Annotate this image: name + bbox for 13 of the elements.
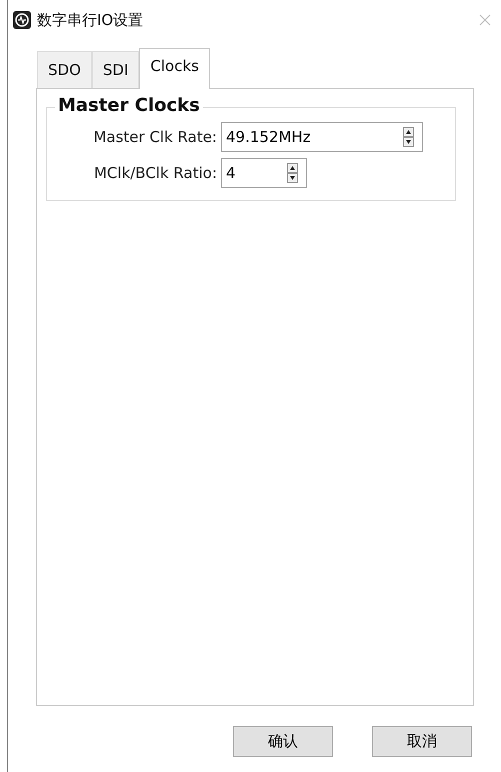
dialog-button[interactable]: 确认 bbox=[233, 726, 333, 757]
app-icon bbox=[13, 11, 31, 29]
tab[interactable]: SDO bbox=[37, 51, 92, 88]
tab[interactable]: SDI bbox=[92, 51, 140, 88]
dialog-button[interactable]: 取消 bbox=[372, 726, 472, 757]
spin-buttons-icon[interactable] bbox=[287, 163, 298, 183]
field-label: Master Clk Rate: bbox=[92, 128, 218, 146]
spin-box[interactable]: 49.152MHz bbox=[221, 122, 423, 152]
spin-box[interactable]: 4 bbox=[221, 158, 307, 188]
window-title: 数字串行IO设置 bbox=[37, 10, 144, 30]
tab[interactable]: Clocks bbox=[139, 48, 210, 89]
spin-buttons-icon[interactable] bbox=[403, 127, 414, 147]
field-label: MClk/BClk Ratio: bbox=[92, 164, 218, 182]
